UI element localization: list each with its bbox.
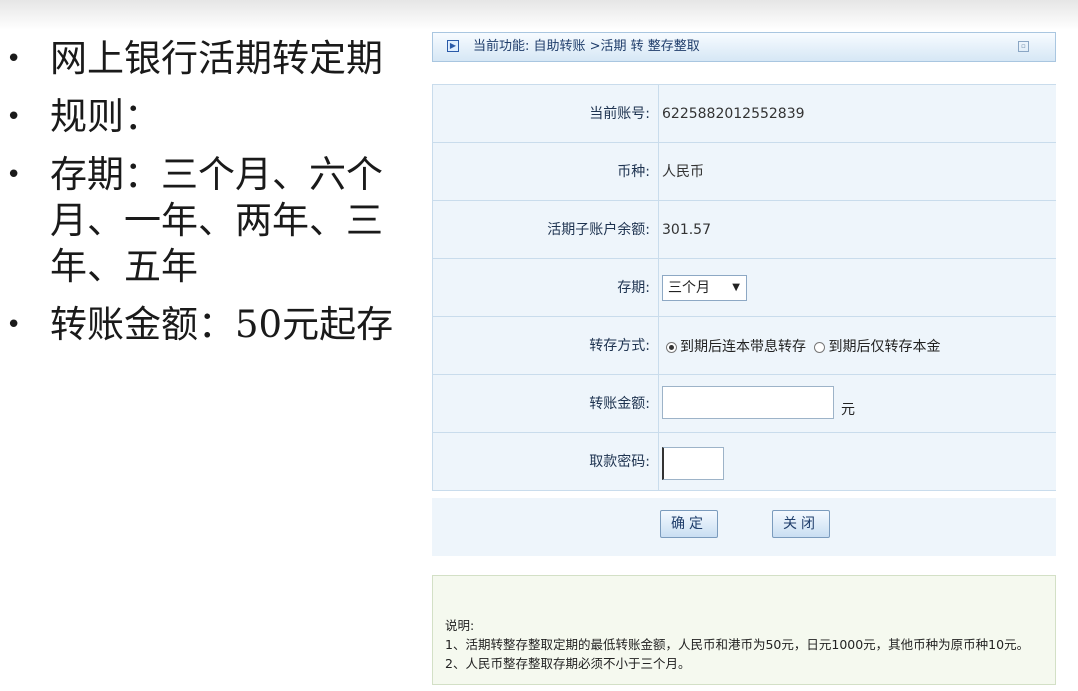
- radio-principal-interest[interactable]: [666, 341, 677, 353]
- minimize-icon[interactable]: ▫: [1018, 41, 1029, 52]
- account-row: 当前账号: 6225882012552839: [432, 85, 1056, 143]
- term-selected-value: 三个月: [668, 280, 710, 296]
- currency-label: 币种:: [433, 143, 659, 201]
- account-value: 6225882012552839: [662, 106, 805, 122]
- password-row: 取款密码:: [432, 433, 1056, 491]
- notes-line-1: 1、活期转整存整取定期的最低转账金额，人民币和港币为50元，日元1000元，其他…: [445, 637, 1030, 652]
- notes-line-2: 2、人民币整存整取存期必须不小于三个月。: [445, 656, 691, 671]
- password-input[interactable]: [662, 447, 724, 480]
- currency-value: 人民币: [662, 164, 704, 180]
- bullet-text: 网上银行活期转定期: [50, 37, 383, 80]
- amount-input[interactable]: [662, 386, 834, 419]
- bank-transfer-panel: ▶ 当前功能: 自助转账 >活期 转 整存整取 ▫ 当前账号: 62258820…: [432, 30, 1056, 691]
- account-label: 当前账号:: [433, 85, 659, 143]
- bullet-dot-icon: •: [6, 44, 22, 74]
- transfer-mode-row: 转存方式: 到期后连本带息转存 到期后仅转存本金: [432, 317, 1056, 375]
- term-select[interactable]: 三个月 ▼: [662, 275, 747, 301]
- amount-row: 转账金额: 元: [432, 375, 1056, 433]
- notes-heading: 说明:: [445, 618, 475, 633]
- arrow-box-icon: ▶: [447, 40, 459, 52]
- amount-unit: 元: [841, 402, 855, 418]
- bullet-dot-icon: •: [6, 310, 22, 340]
- bullet-dot-icon: •: [6, 160, 22, 190]
- transfer-mode-label: 转存方式:: [433, 317, 659, 375]
- function-title: 当前功能: 自助转账 >活期 转 整存整取: [473, 39, 700, 54]
- slide-top-band: [0, 0, 1078, 30]
- bullet-item: • 转账金额：50元起存: [0, 302, 425, 348]
- transfer-mode-options: 到期后连本带息转存 到期后仅转存本金: [666, 317, 940, 375]
- close-button[interactable]: 关闭: [772, 510, 830, 538]
- bullet-text: 存期：三个月、六个月、一年、两年、三年、五年: [50, 153, 383, 288]
- function-title-bar: ▶ 当前功能: 自助转账 >活期 转 整存整取 ▫: [432, 32, 1056, 62]
- radio-principal-interest-label[interactable]: 到期后连本带息转存: [680, 339, 806, 355]
- slide-bullet-list: • 网上银行活期转定期 • 规则： • 存期：三个月、六个月、一年、两年、三年、…: [0, 36, 425, 358]
- button-bar: 确定 关闭: [432, 498, 1056, 556]
- bullet-item: • 存期：三个月、六个月、一年、两年、三年、五年: [0, 152, 425, 290]
- transfer-form: 当前账号: 6225882012552839 币种: 人民币 活期子账户余额: …: [432, 84, 1056, 491]
- term-label: 存期:: [433, 259, 659, 317]
- bullet-text: 转账金额：50元起存: [50, 303, 394, 346]
- bullet-item: • 网上银行活期转定期: [0, 36, 425, 82]
- balance-label: 活期子账户余额:: [433, 201, 659, 259]
- radio-principal-only-label[interactable]: 到期后仅转存本金: [828, 339, 940, 355]
- bullet-dot-icon: •: [6, 102, 22, 132]
- bullet-item: • 规则：: [0, 94, 425, 140]
- term-row: 存期: 三个月 ▼: [432, 259, 1056, 317]
- password-label: 取款密码:: [433, 433, 659, 491]
- radio-principal-only[interactable]: [814, 341, 826, 353]
- dropdown-arrow-icon: ▼: [732, 282, 740, 293]
- currency-row: 币种: 人民币: [432, 143, 1056, 201]
- notes-box: 说明: 1、活期转整存整取定期的最低转账金额，人民币和港币为50元，日元1000…: [432, 575, 1056, 685]
- balance-value: 301.57: [662, 222, 711, 238]
- balance-row: 活期子账户余额: 301.57: [432, 201, 1056, 259]
- bullet-text: 规则：: [50, 95, 161, 138]
- amount-label: 转账金额:: [433, 375, 659, 433]
- confirm-button[interactable]: 确定: [660, 510, 718, 538]
